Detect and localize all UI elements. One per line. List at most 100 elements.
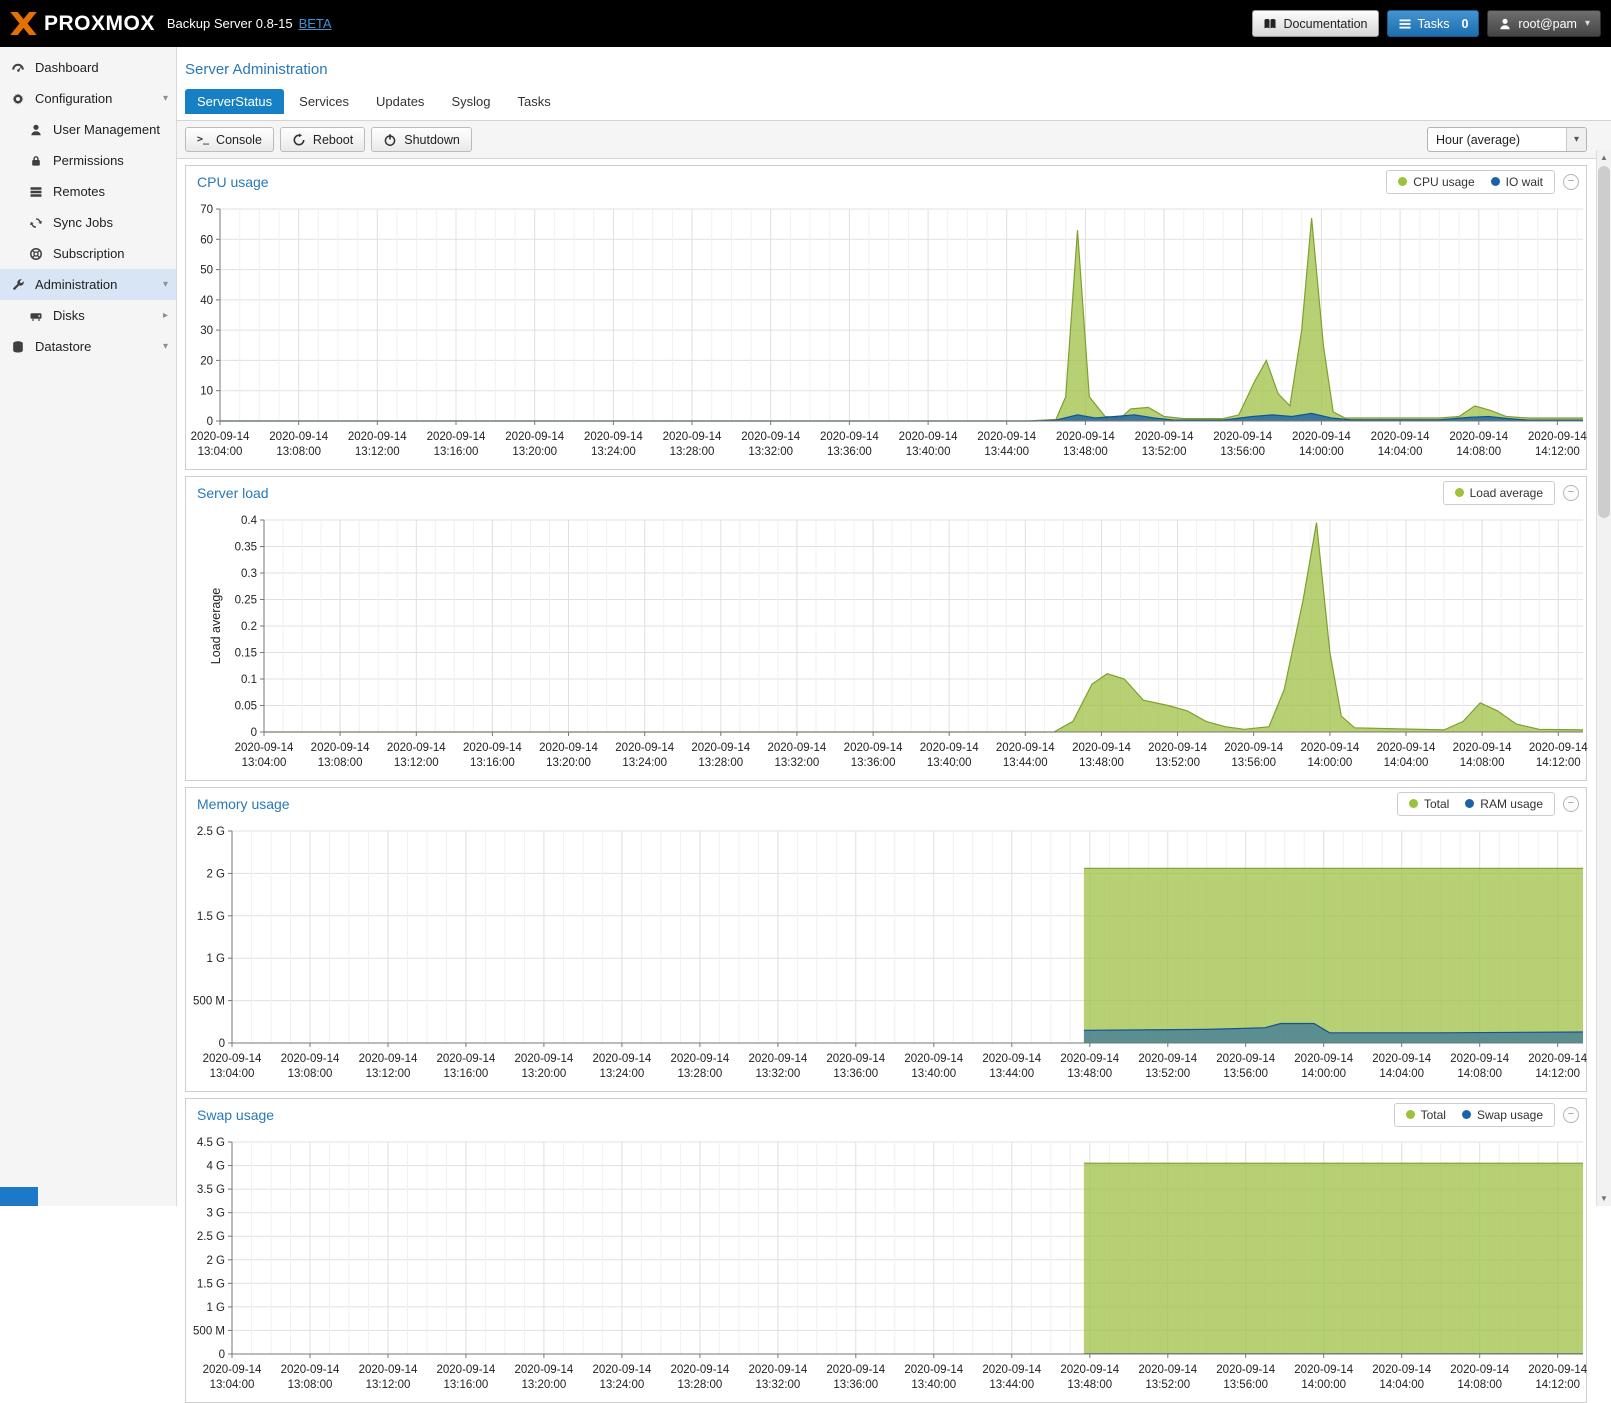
sidebar-item-subscription[interactable]: Subscription	[0, 238, 176, 269]
chart-panel-swap-usage: Swap usageTotalSwap usage−0500 M1 G1.5 G…	[185, 1098, 1587, 1403]
svg-text:13:12:00: 13:12:00	[366, 1379, 411, 1391]
legend-item-swap-usage[interactable]: Swap usage	[1462, 1108, 1543, 1122]
svg-text:2020-09-14: 2020-09-14	[1292, 431, 1351, 443]
collapse-panel-icon[interactable]: −	[1563, 1107, 1579, 1123]
panel-header: CPU usageCPU usageIO wait−	[186, 166, 1586, 197]
svg-text:2020-09-14: 2020-09-14	[615, 742, 674, 754]
chevron-down-icon[interactable]: ▾	[163, 93, 168, 104]
svg-text:0.05: 0.05	[235, 701, 257, 713]
tab-services[interactable]: Services	[287, 89, 361, 114]
svg-text:2020-09-14: 2020-09-14	[269, 431, 328, 443]
collapse-panel-icon[interactable]: −	[1563, 174, 1579, 190]
proxmox-x-icon	[10, 12, 37, 35]
chevron-right-icon[interactable]: ▸	[163, 310, 168, 321]
svg-text:14:08:00: 14:08:00	[1460, 757, 1505, 769]
sidebar-item-sync-jobs[interactable]: Sync Jobs	[0, 207, 176, 238]
svg-text:3.5 G: 3.5 G	[197, 1184, 225, 1196]
chart-legend: Total Swap usage	[1394, 1103, 1555, 1127]
svg-text:13:08:00: 13:08:00	[288, 1068, 333, 1080]
svg-text:14:12:00: 14:12:00	[1535, 446, 1580, 458]
svg-text:14:04:00: 14:04:00	[1384, 757, 1429, 769]
shutdown-label: Shutdown	[404, 133, 460, 147]
sidebar-item-datastore[interactable]: Datastore▾	[0, 331, 176, 362]
scrollbar-thumb[interactable]	[1598, 166, 1610, 518]
chart-canvas-cpu-usage: 0102030405060702020-09-1413:04:002020-09…	[186, 197, 1588, 469]
svg-text:14:08:00: 14:08:00	[1457, 1068, 1502, 1080]
panel-header: Swap usageTotal Swap usage−	[186, 1099, 1586, 1130]
corner-accent	[0, 1187, 38, 1206]
svg-text:2020-09-14: 2020-09-14	[904, 1053, 963, 1065]
svg-text:0.3: 0.3	[241, 568, 257, 580]
chevron-down-icon[interactable]: ▾	[163, 279, 168, 290]
sidebar-item-label: Sync Jobs	[53, 215, 113, 230]
svg-text:70: 70	[200, 204, 213, 216]
beta-link[interactable]: BETA	[299, 16, 332, 31]
svg-text:13:16:00: 13:16:00	[434, 446, 479, 458]
svg-text:2020-09-14: 2020-09-14	[670, 1364, 729, 1376]
legend-item-total[interactable]: Total	[1406, 1108, 1446, 1122]
legend-item-io-wait[interactable]: IO wait	[1491, 175, 1543, 189]
tab-tasks[interactable]: Tasks	[505, 89, 562, 114]
svg-text:0.1: 0.1	[241, 674, 257, 686]
svg-text:0: 0	[207, 416, 213, 428]
sidebar-item-user-management[interactable]: User Management	[0, 114, 176, 145]
collapse-panel-icon[interactable]: −	[1563, 485, 1579, 501]
vertical-scrollbar[interactable]: ▲ ▼	[1596, 150, 1611, 1206]
chevron-down-icon[interactable]: ▾	[163, 341, 168, 352]
svg-text:13:12:00: 13:12:00	[394, 757, 439, 769]
svg-text:2020-09-14: 2020-09-14	[767, 742, 826, 754]
timeframe-select[interactable]: Hour (average) ▾	[1427, 127, 1587, 152]
console-button[interactable]: >_ Console	[185, 127, 274, 152]
svg-text:2020-09-14: 2020-09-14	[436, 1364, 495, 1376]
legend-dot	[1398, 177, 1407, 186]
svg-text:13:48:00: 13:48:00	[1063, 446, 1108, 458]
tab-updates[interactable]: Updates	[364, 89, 436, 114]
tasks-button[interactable]: Tasks 0	[1387, 10, 1480, 37]
chart-panel-memory-usage: Memory usageTotalRAM usage−0500 M1 G1.5 …	[185, 787, 1587, 1092]
reboot-icon	[292, 133, 306, 147]
sidebar-item-administration[interactable]: Administration▾	[0, 269, 176, 300]
book-icon	[1263, 17, 1277, 31]
svg-text:2020-09-14: 2020-09-14	[348, 431, 407, 443]
scroll-up-button[interactable]: ▲	[1597, 150, 1611, 165]
svg-text:13:20:00: 13:20:00	[512, 446, 557, 458]
user-menu-button[interactable]: root@pam ▾	[1487, 10, 1601, 37]
server-icon	[29, 184, 44, 199]
legend-label: Total	[1421, 1108, 1446, 1122]
svg-text:13:24:00: 13:24:00	[600, 1379, 645, 1391]
legend-item-load-average[interactable]: Load average	[1455, 486, 1543, 500]
gauge-icon	[11, 60, 26, 75]
sidebar-item-dashboard[interactable]: Dashboard	[0, 52, 176, 83]
legend-item-ram-usage[interactable]: RAM usage	[1465, 797, 1543, 811]
panel-title: Memory usage	[197, 796, 290, 812]
tab-syslog[interactable]: Syslog	[439, 89, 502, 114]
svg-text:13:48:00: 13:48:00	[1067, 1379, 1112, 1391]
legend-item-total[interactable]: Total	[1409, 797, 1449, 811]
collapse-panel-icon[interactable]: −	[1563, 796, 1579, 812]
sidebar-item-remotes[interactable]: Remotes	[0, 176, 176, 207]
svg-text:2020-09-14: 2020-09-14	[1528, 431, 1587, 443]
svg-text:0.35: 0.35	[235, 542, 257, 554]
panel-title: Server load	[197, 485, 269, 501]
console-label: Console	[216, 133, 262, 147]
shutdown-button[interactable]: Shutdown	[371, 127, 472, 152]
svg-text:2020-09-14: 2020-09-14	[427, 431, 486, 443]
product-version: Backup Server 0.8-15	[167, 16, 293, 31]
sidebar-item-configuration[interactable]: Configuration▾	[0, 83, 176, 114]
sidebar-item-disks[interactable]: Disks▸	[0, 300, 176, 331]
charts-region: CPU usageCPU usageIO wait−01020304050607…	[177, 159, 1611, 1403]
svg-text:2020-09-14: 2020-09-14	[1449, 431, 1508, 443]
console-icon: >_	[197, 134, 209, 145]
svg-text:13:52:00: 13:52:00	[1145, 1379, 1190, 1391]
svg-text:2020-09-14: 2020-09-14	[359, 1053, 418, 1065]
legend-label: IO wait	[1506, 175, 1543, 189]
reboot-button[interactable]: Reboot	[280, 127, 365, 152]
svg-text:2020-09-14: 2020-09-14	[996, 742, 1055, 754]
scroll-down-button[interactable]: ▼	[1597, 1191, 1611, 1206]
documentation-button[interactable]: Documentation	[1252, 10, 1378, 37]
svg-text:2020-09-14: 2020-09-14	[1060, 1364, 1119, 1376]
sidebar-item-permissions[interactable]: Permissions	[0, 145, 176, 176]
legend-item-cpu-usage[interactable]: CPU usage	[1398, 175, 1474, 189]
sidebar-nav: DashboardConfiguration▾User ManagementPe…	[0, 47, 177, 1206]
tab-serverstatus[interactable]: ServerStatus	[185, 89, 284, 114]
